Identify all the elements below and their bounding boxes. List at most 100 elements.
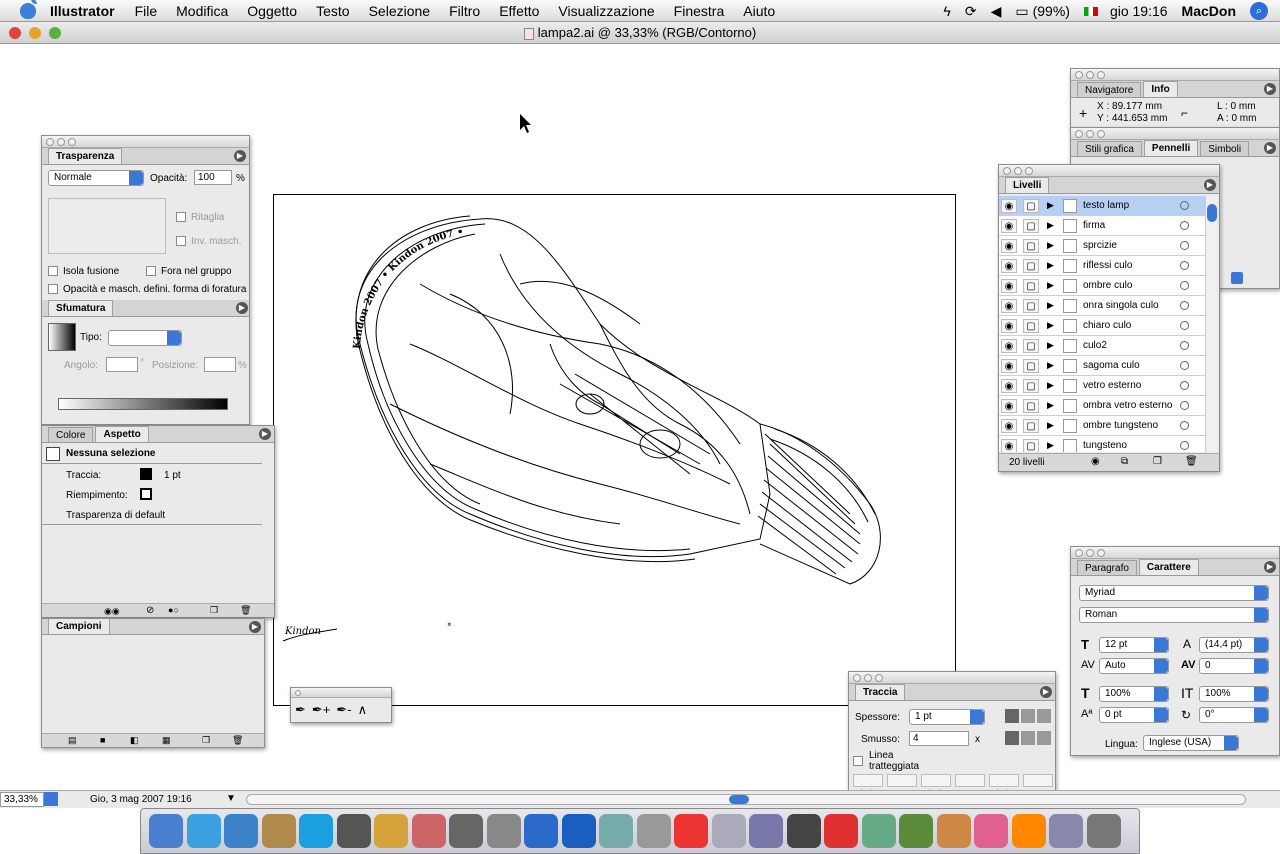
kerning-field[interactable]: Auto	[1099, 658, 1169, 674]
dock-app-icon[interactable]	[149, 814, 183, 848]
new-swatch-icon[interactable]: ❐	[202, 735, 210, 746]
close-icon[interactable]	[9, 27, 21, 39]
dock-app-icon[interactable]	[749, 814, 783, 848]
stroke-weight-field[interactable]: 1 pt	[909, 709, 985, 725]
dock-app-icon[interactable]	[599, 814, 633, 848]
show-color-icon[interactable]: ■	[100, 735, 105, 745]
lock-icon[interactable]: ▢	[1023, 339, 1039, 353]
tab-stroke[interactable]: Traccia	[855, 684, 906, 700]
expand-arrow-icon[interactable]: ▶	[1047, 240, 1054, 251]
dock-app-icon[interactable]	[786, 814, 821, 848]
palette-menu-icon[interactable]: ▶	[234, 150, 246, 162]
eye-icon[interactable]: ◉	[1001, 279, 1017, 293]
font-size-field[interactable]: 12 pt	[1099, 637, 1169, 653]
tab-symbols[interactable]: Simboli	[1200, 141, 1250, 156]
lock-icon[interactable]: ▢	[1023, 319, 1039, 333]
target-icon[interactable]	[1180, 441, 1189, 450]
invert-mask-checkbox[interactable]: Inv. masch.	[191, 236, 241, 247]
layer-name[interactable]: ombre culo	[1083, 280, 1132, 291]
trash-icon[interactable]: 🗑	[232, 735, 243, 746]
new-art-icon[interactable]: ◉◉	[104, 606, 120, 617]
zoom-field[interactable]: 33,33%	[0, 792, 44, 807]
expand-arrow-icon[interactable]: ▶	[1047, 260, 1054, 271]
layer-name[interactable]: sagoma culo	[1083, 360, 1140, 371]
position-input[interactable]	[204, 357, 236, 372]
trash-icon[interactable]: 🗑	[240, 605, 251, 616]
tab-paragraph[interactable]: Paragrafo	[1077, 560, 1137, 575]
layer-name[interactable]: ombra vetro esterno	[1083, 400, 1173, 411]
target-icon[interactable]	[1180, 341, 1189, 350]
menu-effect[interactable]: Effetto	[499, 3, 539, 19]
target-icon[interactable]	[1180, 221, 1189, 230]
dock-app-icon[interactable]	[824, 814, 858, 848]
apple-icon[interactable]	[20, 0, 37, 19]
tab-swatches[interactable]: Campioni	[48, 619, 110, 634]
layer-row[interactable]: ◉ ▢ ▶ onra singola culo	[999, 296, 1205, 316]
layers-scrollbar[interactable]	[1205, 196, 1217, 452]
eye-icon[interactable]: ◉	[1001, 199, 1017, 213]
script-icon[interactable]: ϟ	[943, 3, 950, 19]
eye-icon[interactable]: ◉	[1001, 319, 1017, 333]
font-style-select[interactable]: Roman	[1079, 607, 1269, 623]
palette-menu-icon[interactable]: ▶	[1040, 686, 1052, 698]
vertical-scale-field[interactable]: 100%	[1099, 686, 1169, 702]
clear-appearance-icon[interactable]: ⊘	[146, 605, 154, 616]
trash-icon[interactable]: 🗑	[1185, 456, 1198, 467]
tab-graphic-styles[interactable]: Stili grafica	[1077, 141, 1142, 156]
layer-row[interactable]: ◉ ▢ ▶ ombre culo	[999, 276, 1205, 296]
gradient-swatch[interactable]	[48, 323, 76, 351]
target-icon[interactable]	[1180, 281, 1189, 290]
spotlight-icon[interactable]: ⌕	[1250, 2, 1268, 20]
tab-navigator[interactable]: Navigatore	[1077, 82, 1142, 97]
zoom-dropdown[interactable]	[44, 792, 58, 806]
eye-icon[interactable]: ◉	[1001, 359, 1017, 373]
layer-row[interactable]: ◉ ▢ ▶ firma	[999, 216, 1205, 236]
convert-anchor-icon[interactable]: ∧	[358, 702, 368, 718]
sync-icon[interactable]: ⟳	[965, 3, 977, 20]
expand-arrow-icon[interactable]: ▶	[1047, 220, 1054, 231]
layer-name[interactable]: chiaro culo	[1083, 320, 1131, 331]
gradient-type-select[interactable]	[108, 330, 182, 346]
close-icon[interactable]	[46, 138, 54, 146]
tab-character[interactable]: Carattere	[1138, 559, 1199, 575]
palette-menu-icon[interactable]: ▶	[1264, 83, 1276, 95]
dock-app-icon[interactable]	[1049, 814, 1083, 848]
tab-brushes[interactable]: Pennelli	[1143, 140, 1199, 156]
miter-limit-field[interactable]: 4	[909, 731, 969, 746]
dock-app-icon[interactable]	[636, 814, 671, 848]
gradient-slider[interactable]	[58, 398, 228, 410]
duplicate-icon[interactable]: ❐	[210, 605, 218, 616]
target-icon[interactable]	[1180, 421, 1189, 430]
horizontal-scrollbar[interactable]	[246, 794, 1246, 805]
palette-menu-icon[interactable]: ▶	[1204, 179, 1216, 191]
target-icon[interactable]	[1180, 361, 1189, 370]
menu-help[interactable]: Aiuto	[743, 3, 775, 19]
user-name[interactable]: MacDon	[1182, 3, 1236, 19]
dock-app-icon[interactable]	[374, 814, 408, 848]
menu-select[interactable]: Selezione	[369, 3, 431, 19]
opacity-input[interactable]: 100	[194, 170, 232, 185]
target-icon[interactable]	[1180, 241, 1189, 250]
blend-mode-select[interactable]: Normale	[48, 170, 144, 186]
dock-app-icon[interactable]	[936, 814, 971, 848]
eye-icon[interactable]: ◉	[1001, 439, 1017, 452]
status-menu-icon[interactable]: ▼	[226, 793, 236, 804]
lock-icon[interactable]: ▢	[1023, 279, 1039, 293]
menu-object[interactable]: Oggetto	[247, 3, 297, 19]
expand-arrow-icon[interactable]: ▶	[1047, 400, 1054, 411]
layer-row[interactable]: ◉ ▢ ▶ culo2	[999, 336, 1205, 356]
delete-anchor-icon[interactable]: ✒-	[336, 702, 351, 718]
menu-edit[interactable]: Modifica	[176, 3, 228, 19]
menu-window[interactable]: Finestra	[674, 3, 725, 19]
layer-row[interactable]: ◉ ▢ ▶ sprcizie	[999, 236, 1205, 256]
lock-icon[interactable]: ▢	[1023, 299, 1039, 313]
target-icon[interactable]	[1180, 401, 1189, 410]
layer-name[interactable]: onra singola culo	[1083, 300, 1159, 311]
eye-icon[interactable]: ◉	[1001, 259, 1017, 273]
baseline-field[interactable]: 0 pt	[1099, 707, 1169, 723]
layer-row[interactable]: ◉ ▢ ▶ testo lamp	[999, 196, 1205, 216]
palette-menu-icon[interactable]: ▶	[1264, 561, 1276, 573]
palette-menu-icon[interactable]: ▶	[249, 621, 261, 633]
eye-icon[interactable]: ◉	[1001, 299, 1017, 313]
tab-color[interactable]: Colore	[48, 427, 94, 442]
